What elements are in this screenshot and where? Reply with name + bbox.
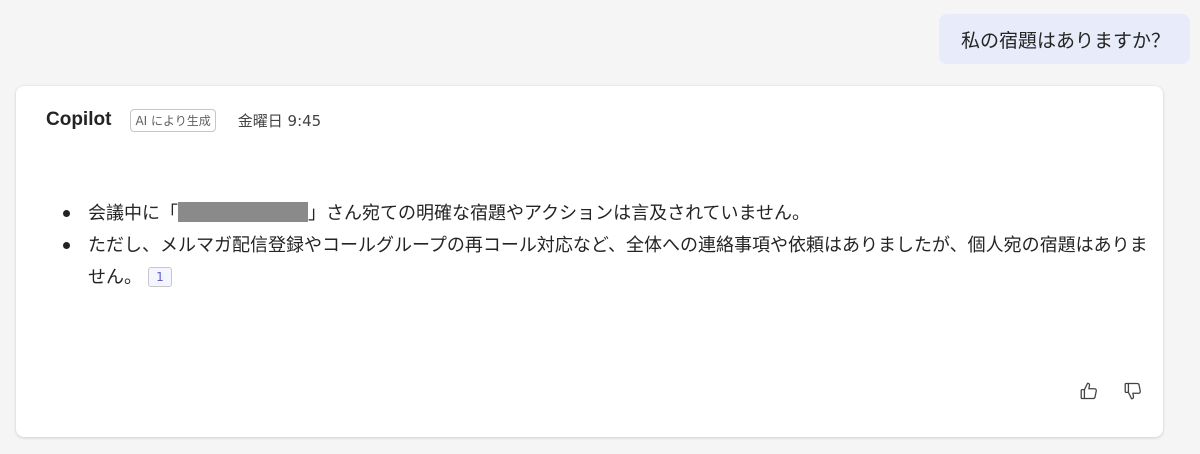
sender-name: Copilot — [46, 109, 112, 130]
thumbs-down-icon — [1124, 382, 1141, 400]
user-message-bubble: 私の宿題はありますか？ — [938, 14, 1190, 64]
bullet-text: ただし、メルマガ配信登録やコールグループの再コール対応など、全体への連絡事項や依… — [88, 235, 1148, 288]
bullet-icon — [63, 210, 70, 217]
redacted-name-block — [178, 202, 308, 222]
list-item: ただし、メルマガ配信登録やコールグループの再コール対応など、全体への連絡事項や依… — [63, 230, 1148, 294]
response-header: Copilot AI により生成 金曜日 9:45 — [46, 106, 321, 134]
feedback-bar — [1077, 379, 1145, 403]
bullet-icon — [63, 242, 70, 249]
thumbs-up-icon — [1080, 382, 1097, 400]
copilot-response-card: Copilot AI により生成 金曜日 9:45 会議中に「 」さん宛ての明確な… — [16, 86, 1163, 437]
citation-badge[interactable]: 1 — [148, 267, 172, 287]
message-timestamp: 金曜日 9:45 — [237, 111, 322, 130]
user-message-text: 私の宿題はありますか？ — [960, 29, 1170, 52]
dislike-button[interactable] — [1121, 379, 1145, 403]
bullet-text-prefix: 会議中に「 — [88, 203, 178, 224]
bullet-text-suffix: 」さん宛ての明確な宿題やアクションは言及されていません。 — [308, 203, 811, 224]
list-item: 会議中に「 」さん宛ての明確な宿題やアクションは言及されていません。 — [63, 198, 1148, 230]
ai-generated-badge: AI により生成 — [130, 108, 216, 132]
response-body: 会議中に「 」さん宛ての明確な宿題やアクションは言及されていません。 ただし、メル… — [63, 198, 1148, 294]
like-button[interactable] — [1077, 379, 1101, 403]
chat-pane: 私の宿題はありますか？ Copilot AI により生成 金曜日 9:45 会議… — [0, 0, 1200, 454]
